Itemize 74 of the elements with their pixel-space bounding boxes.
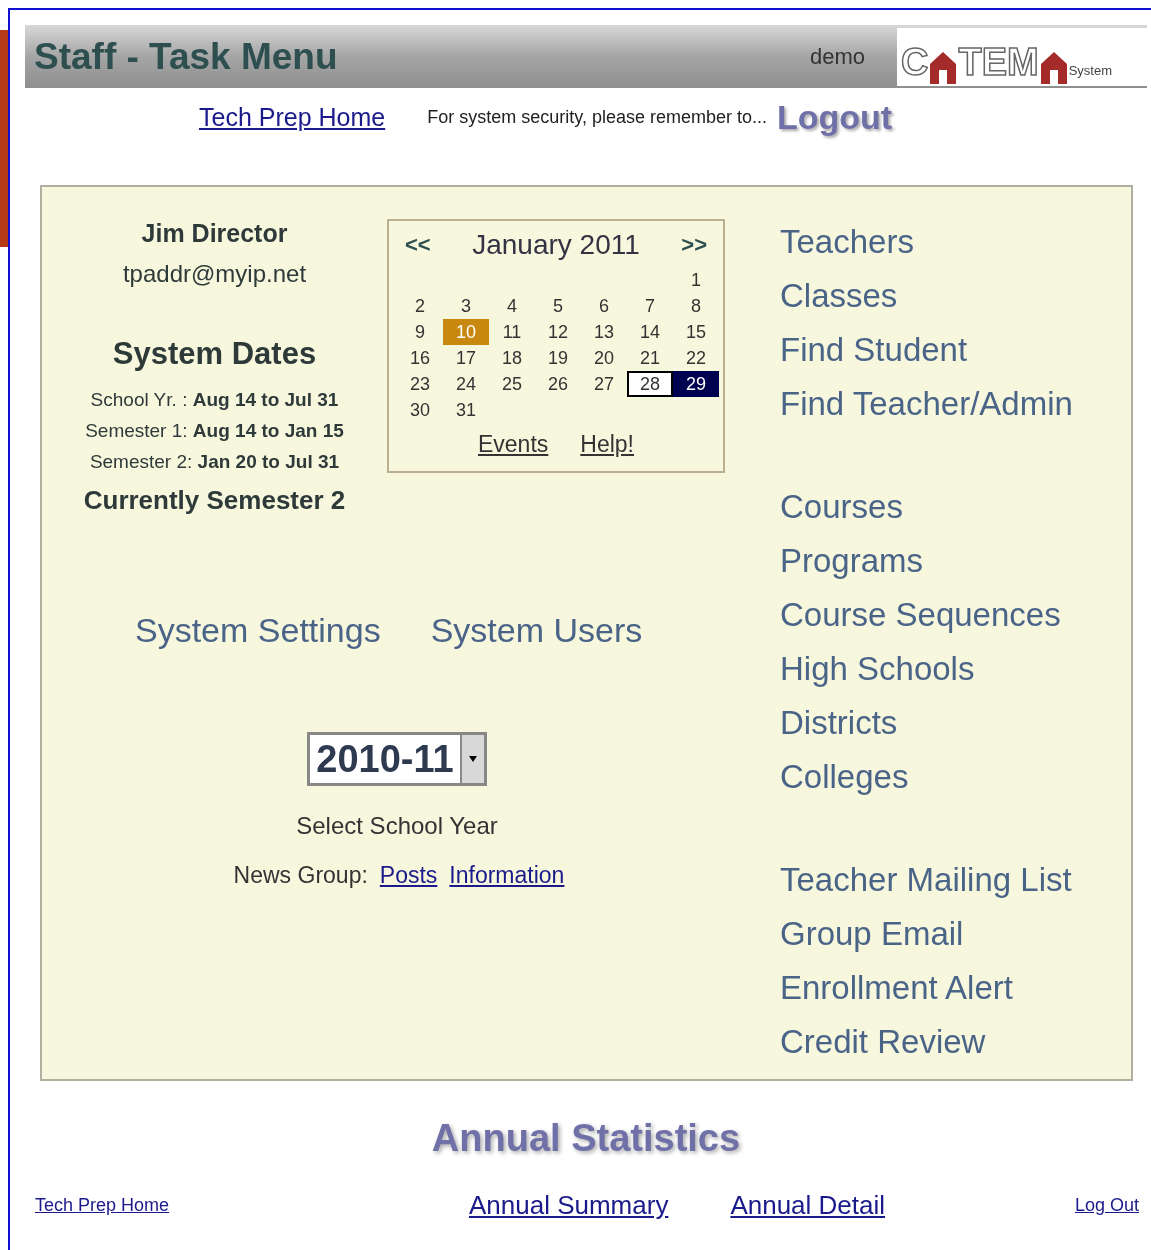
date-range-text: School Yr. : Aug 14 to Jul 31: [90, 389, 339, 411]
menu-link[interactable]: Districts: [780, 696, 1073, 750]
menu-link[interactable]: Find Student: [780, 323, 1073, 377]
date-range-text: Semester 2: Jan 20 to Jul 31: [89, 451, 340, 473]
calendar-day[interactable]: 7: [627, 293, 673, 319]
calendar-day[interactable]: 1: [673, 267, 719, 293]
calendar-link[interactable]: Events: [478, 431, 549, 458]
calendar-day[interactable]: 9: [397, 319, 443, 345]
security-notice: For system security, please remember to...: [427, 106, 767, 128]
calendar-day[interactable]: 6: [581, 293, 627, 319]
calendar-day[interactable]: 17: [443, 345, 489, 371]
home-link[interactable]: Tech Prep Home: [35, 1195, 170, 1216]
menu-link[interactable]: High Schools: [780, 642, 1073, 696]
calendar-day[interactable]: 30: [397, 397, 443, 423]
logout-link[interactable]: Log Out: [1074, 1195, 1139, 1216]
calendar-day[interactable]: 2: [397, 293, 443, 319]
statistics-link[interactable]: Annual Summary: [468, 1190, 669, 1221]
calendar-day[interactable]: 23: [397, 371, 443, 397]
menu-link[interactable]: Credit Review: [780, 1015, 1073, 1069]
menu-link[interactable]: Colleges: [780, 750, 1073, 804]
calendar-day[interactable]: 29: [673, 371, 719, 397]
calendar-day[interactable]: 26: [535, 371, 581, 397]
calendar-day[interactable]: 19: [535, 345, 581, 371]
section-heading: Annual Statistics: [431, 1117, 741, 1160]
calendar-day[interactable]: 12: [535, 319, 581, 345]
statistics-link[interactable]: Annual Detail: [730, 1190, 886, 1221]
home-link[interactable]: Tech Prep Home: [199, 102, 386, 132]
logout-link[interactable]: Logout: [777, 97, 893, 137]
school-year-dropdown[interactable]: 2010-11: [307, 732, 487, 786]
news-link[interactable]: Information: [449, 862, 565, 889]
calendar-day[interactable]: 22: [673, 345, 719, 371]
date-range-text: Semester 1: Aug 14 to Jan 15: [85, 420, 344, 442]
month-title: January 2011: [472, 229, 640, 261]
calendar-day[interactable]: 5: [535, 293, 581, 319]
menu-link[interactable]: Teachers: [780, 215, 1073, 269]
calendar-day[interactable]: 31: [443, 397, 489, 423]
calendar-day[interactable]: 25: [489, 371, 535, 397]
system-link[interactable]: System Users: [430, 611, 643, 650]
calendar-day[interactable]: 13: [581, 319, 627, 345]
calendar-link[interactable]: Help!: [580, 431, 634, 458]
calendar-day[interactable]: 27: [581, 371, 627, 397]
menu-link[interactable]: Group Email: [780, 907, 1073, 961]
calendar-day[interactable]: 8: [673, 293, 719, 319]
calendar-day[interactable]: 18: [489, 345, 535, 371]
calendar-day[interactable]: 21: [627, 345, 673, 371]
menu-link[interactable]: Courses: [780, 480, 1073, 534]
previous-month-button[interactable]: <<: [405, 232, 431, 258]
page-title: Staff - Task Menu: [34, 35, 339, 78]
menu-link[interactable]: Programs: [780, 534, 1073, 588]
system-link[interactable]: System Settings: [135, 611, 381, 650]
calendar-day[interactable]: 11: [489, 319, 535, 345]
menu-link[interactable]: Classes: [780, 269, 1073, 323]
user-full-name: Jim Director: [141, 219, 288, 248]
dropdown-label: Select School Year: [296, 812, 498, 840]
menu-link[interactable]: Teacher Mailing List: [780, 853, 1073, 907]
calendar-day[interactable]: 3: [443, 293, 489, 319]
calendar-day[interactable]: 15: [673, 319, 719, 345]
calendar-day[interactable]: 4: [489, 293, 535, 319]
calendar-day[interactable]: 16: [397, 345, 443, 371]
calendar-day[interactable]: 14: [627, 319, 673, 345]
current-semester: Currently Semester 2: [83, 485, 346, 516]
news-group-label: News Group:: [233, 862, 368, 889]
menu-link[interactable]: Enrollment Alert: [780, 961, 1073, 1015]
calendar-day[interactable]: 20: [581, 345, 627, 371]
calendar-day[interactable]: 24: [443, 371, 489, 397]
news-link[interactable]: Posts: [379, 862, 438, 889]
next-month-button[interactable]: >>: [681, 232, 707, 258]
calendar-day[interactable]: 28: [627, 371, 673, 397]
user-email: tpaddr@myip.net: [122, 260, 307, 288]
section-heading: System Dates: [112, 336, 317, 372]
menu-link[interactable]: Find Teacher/Admin: [780, 377, 1073, 431]
user-name: demo: [809, 43, 865, 70]
logo-drawing: C TEM System: [897, 27, 1147, 86]
menu-link[interactable]: Course Sequences: [780, 588, 1073, 642]
